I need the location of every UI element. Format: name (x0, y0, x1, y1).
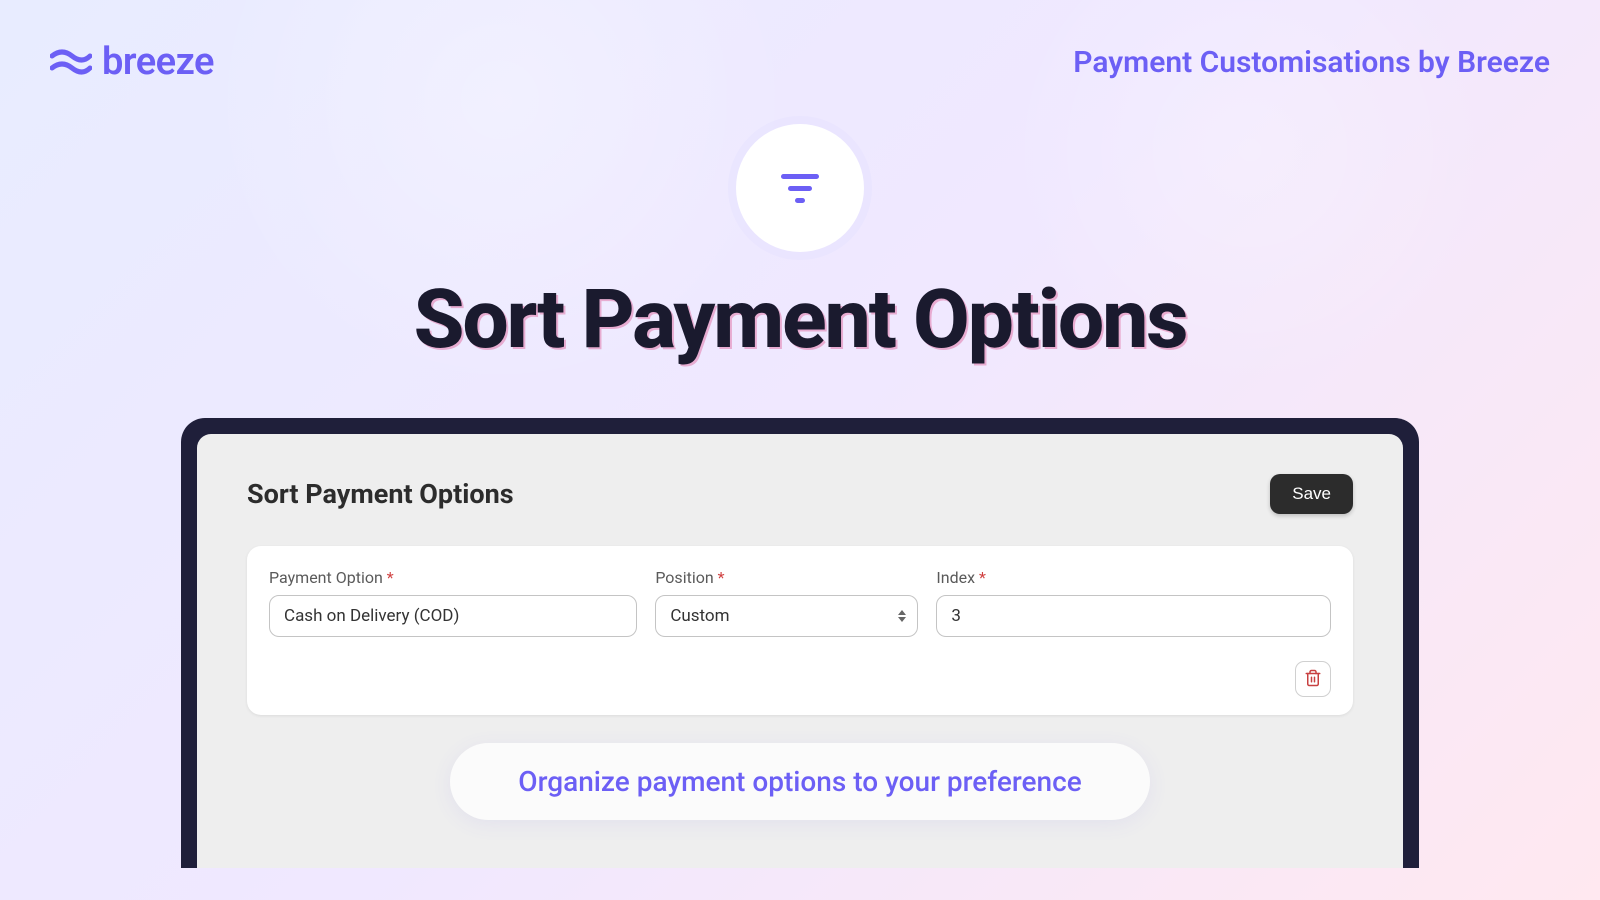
card-body: Sort Payment Options Save Payment Option… (197, 434, 1403, 868)
breeze-wave-icon (50, 44, 92, 80)
footer-pill: Organize payment options to your prefere… (450, 743, 1150, 820)
card-header: Sort Payment Options Save (247, 474, 1353, 514)
index-field: Index * (936, 568, 1331, 637)
header-tagline: Payment Customisations by Breeze (1073, 45, 1550, 80)
index-label: Index * (936, 568, 1331, 587)
form-row: Payment Option * Position * Custom (269, 568, 1331, 637)
payment-option-label: Payment Option * (269, 568, 637, 587)
index-input[interactable] (936, 595, 1331, 637)
card-title: Sort Payment Options (247, 478, 514, 510)
trash-icon (1304, 669, 1322, 690)
position-field: Position * Custom (655, 568, 918, 637)
logo-text: breeze (102, 40, 214, 84)
card-frame: Sort Payment Options Save Payment Option… (181, 418, 1419, 868)
hero-icon-circle (736, 124, 864, 252)
payment-option-input[interactable] (269, 595, 637, 637)
save-button[interactable]: Save (1270, 474, 1353, 514)
position-select[interactable]: Custom (655, 595, 918, 637)
logo: breeze (50, 40, 214, 84)
hero-title: Sort Payment Options (0, 272, 1600, 368)
form-card: Payment Option * Position * Custom (247, 546, 1353, 715)
position-label: Position * (655, 568, 918, 587)
delete-row (269, 661, 1331, 697)
delete-button[interactable] (1295, 661, 1331, 697)
filter-icon (778, 166, 822, 210)
header: breeze Payment Customisations by Breeze (0, 0, 1600, 84)
payment-option-field: Payment Option * (269, 568, 637, 637)
